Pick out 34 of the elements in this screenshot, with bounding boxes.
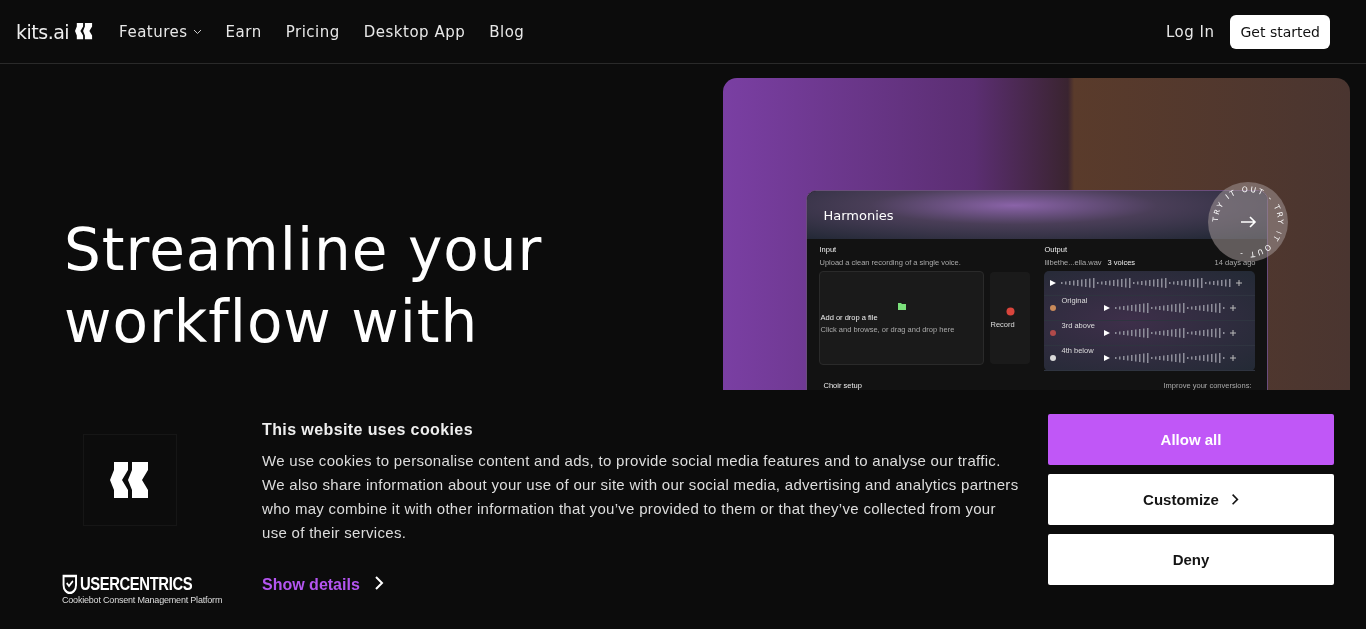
record-icon: [1006, 307, 1015, 316]
shield-check-icon: [62, 574, 78, 594]
consent-button[interactable]: Deny: [1048, 534, 1334, 585]
add-icon[interactable]: [1230, 330, 1237, 336]
brand-tagline: Cookiebot Consent Management Platform: [62, 595, 224, 605]
preview-title: Harmonies: [823, 207, 894, 223]
nav-link[interactable]: Pricing: [285, 22, 340, 41]
add-icon[interactable]: [1230, 305, 1237, 311]
add-icon[interactable]: [1230, 355, 1237, 361]
nav-link[interactable]: Features: [119, 22, 202, 41]
chevron-icon: [1230, 493, 1239, 506]
show-details-link[interactable]: Show details: [262, 575, 384, 595]
hero-heading-line: workflow with: [64, 287, 480, 358]
add-icon[interactable]: [1236, 280, 1243, 286]
play-icon[interactable]: [1050, 280, 1057, 286]
play-icon[interactable]: [1104, 305, 1111, 311]
play-icon[interactable]: [1104, 355, 1111, 361]
nav-link[interactable]: Desktop App: [363, 22, 466, 41]
hero-heading-line: Streamline your: [64, 215, 544, 286]
cookie-title: This website uses cookies: [262, 421, 474, 439]
login-link[interactable]: Log In: [1166, 22, 1215, 41]
nav-link[interactable]: Earn: [225, 22, 262, 41]
play-icon[interactable]: [1104, 330, 1111, 336]
logo-icon: [110, 462, 150, 498]
consent-button[interactable]: Customize: [1048, 474, 1334, 525]
nav-link[interactable]: Blog: [489, 22, 525, 41]
usercentrics-logo: USERCENTRICS: [62, 574, 193, 594]
brand-logo[interactable]: kits.ai: [16, 20, 70, 43]
get-started-button[interactable]: Get started: [1230, 14, 1330, 49]
cookie-text: We use cookies to personalise content and ads, to provide social media features and to analyse our traffic. We also share information about your use of our site with our social media, advertising and analytics partners who may combine it with other information that you’ve provided to them or that they’ve collected from your use of their services.: [262, 451, 1020, 543]
chevron-icon: [373, 575, 384, 591]
folder-icon: [898, 302, 906, 310]
logo-icon: [75, 23, 94, 40]
consent-button[interactable]: Allow all: [1048, 414, 1334, 465]
